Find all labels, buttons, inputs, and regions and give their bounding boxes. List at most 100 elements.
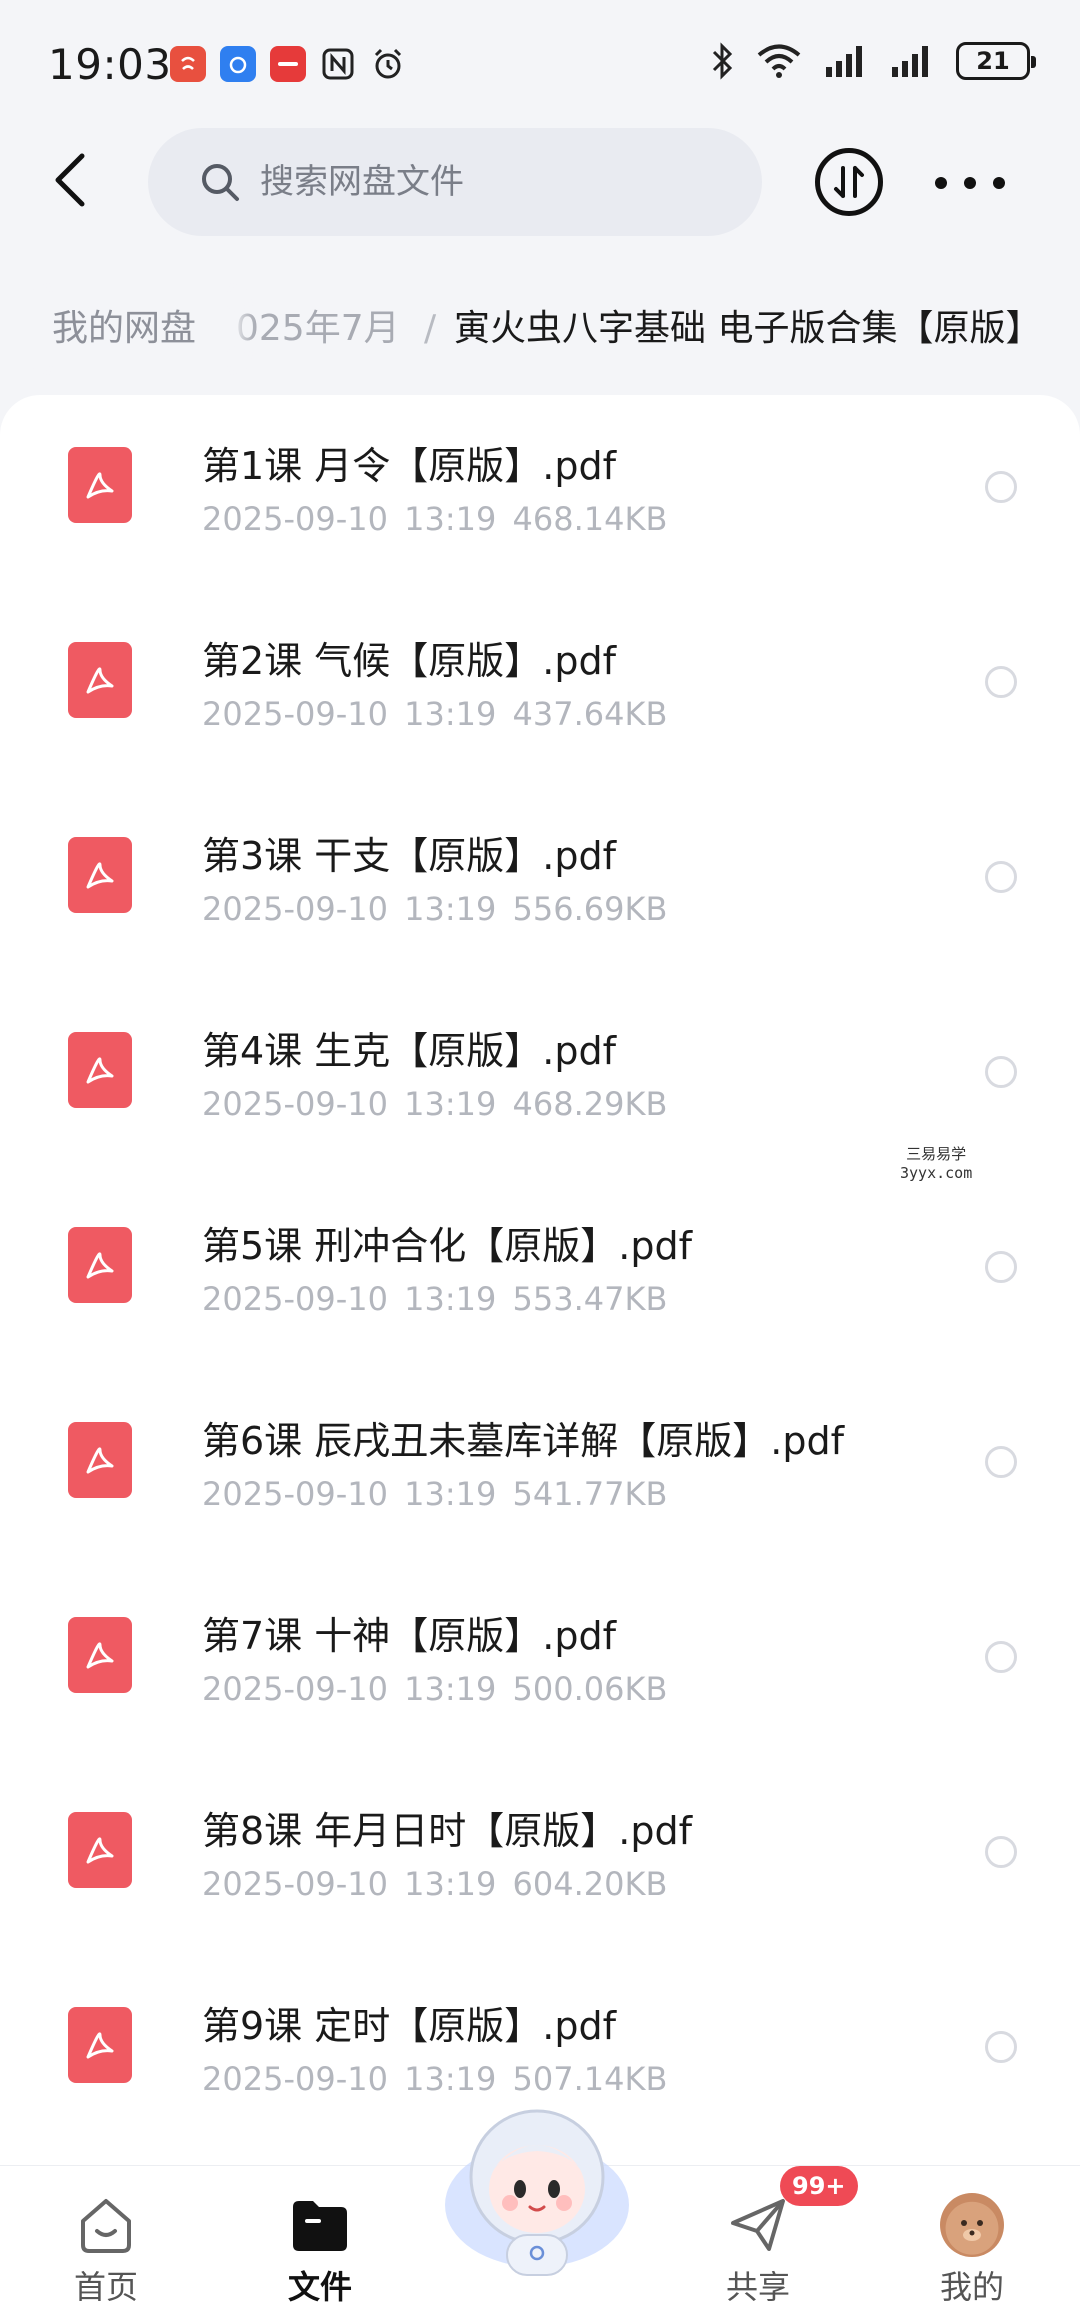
file-date: 2025-09-10 [202, 1670, 388, 1708]
file-name: 第8课 年月日时【原版】.pdf [202, 1809, 692, 1853]
breadcrumb-root[interactable]: 我的网盘 [22, 294, 227, 364]
file-size: 556.69KB [512, 890, 668, 928]
breadcrumb-folder-parent[interactable]: 025年7月 [236, 294, 400, 364]
file-row[interactable]: 第2课 气候【原版】.pdf 2025-09-10 13:19 437.64KB [0, 590, 1080, 785]
file-row[interactable]: 第1课 月令【原版】.pdf 2025-09-10 13:19 468.14KB [0, 395, 1080, 590]
select-radio[interactable] [985, 1251, 1017, 1283]
file-time: 13:19 [404, 890, 497, 928]
select-radio[interactable] [985, 2031, 1017, 2063]
breadcrumb-current-folder: 寅火虫八字基础 电子版合集【原版】 [454, 308, 1042, 349]
file-row[interactable]: 第3课 干支【原版】.pdf 2025-09-10 13:19 556.69KB [0, 785, 1080, 980]
select-radio[interactable] [985, 471, 1017, 503]
file-date: 2025-09-10 [202, 2060, 388, 2098]
home-icon [74, 2194, 138, 2256]
file-size: 604.20KB [512, 1865, 668, 1903]
notif-huawei-icon [270, 46, 306, 82]
file-meta: 2025-09-10 13:19 468.14KB [202, 500, 667, 538]
bluetooth-icon [712, 42, 733, 80]
signal-icon-1 [826, 46, 862, 77]
mascot-icon [445, 2109, 629, 2276]
file-name: 第9课 定时【原版】.pdf [202, 2004, 616, 2048]
file-date: 2025-09-10 [202, 500, 388, 538]
file-time: 13:19 [404, 1280, 497, 1318]
nav-files[interactable]: 文件 [250, 2194, 390, 2314]
paper-plane-icon [726, 2194, 790, 2256]
file-date: 2025-09-10 [202, 1475, 388, 1513]
search-icon [202, 164, 239, 201]
avatar [940, 2193, 1004, 2257]
select-radio[interactable] [985, 1641, 1017, 1673]
file-meta: 2025-09-10 13:19 468.29KB [202, 1085, 667, 1123]
file-meta: 2025-09-10 13:19 500.06KB [202, 1670, 667, 1708]
file-name: 第7课 十神【原版】.pdf [202, 1614, 616, 1658]
wifi-icon [757, 44, 801, 78]
file-date: 2025-09-10 [202, 1280, 388, 1318]
file-list: 第1课 月令【原版】.pdf 2025-09-10 13:19 468.14KB… [0, 395, 1080, 2165]
file-meta: 2025-09-10 13:19 541.77KB [202, 1475, 667, 1513]
more-options-button[interactable] [935, 168, 1005, 198]
transfer-button[interactable] [815, 148, 883, 216]
pdf-file-icon [68, 1227, 132, 1303]
pdf-file-icon [68, 1032, 132, 1108]
notification-icons [170, 46, 406, 82]
pdf-file-icon [68, 837, 132, 913]
nav-share-label: 共享 [725, 2268, 790, 2306]
watermark-line1: 三易易学 [906, 1145, 967, 1163]
nav-home-label: 首页 [73, 2268, 138, 2306]
battery-indicator: 21 [956, 42, 1036, 80]
nav-home[interactable]: 首页 [36, 2194, 176, 2314]
share-badge: 99+ [780, 2166, 858, 2206]
file-date: 2025-09-10 [202, 695, 388, 733]
file-size: 541.77KB [512, 1475, 668, 1513]
select-radio[interactable] [985, 1446, 1017, 1478]
status-clock: 19:03 [48, 40, 172, 89]
file-time: 13:19 [404, 1670, 497, 1708]
file-name: 第1课 月令【原版】.pdf [202, 444, 616, 488]
file-row[interactable]: 第8课 年月日时【原版】.pdf 2025-09-10 13:19 604.20… [0, 1760, 1080, 1955]
file-meta: 2025-09-10 13:19 437.64KB [202, 695, 667, 733]
more-dot [935, 177, 947, 189]
more-dot [964, 177, 976, 189]
status-right: 21 [710, 42, 1036, 80]
back-button[interactable] [40, 150, 100, 210]
file-name: 第2课 气候【原版】.pdf [202, 639, 616, 683]
file-browser-screen: 19:03 21 搜索网盘文件 025年7月 / 寅火虫八字基础 电子版合集【原… [0, 0, 1080, 2324]
file-date: 2025-09-10 [202, 890, 388, 928]
breadcrumb-separator: / [424, 308, 437, 349]
select-radio[interactable] [985, 861, 1017, 893]
pdf-file-icon [68, 2007, 132, 2083]
file-size: 437.64KB [512, 695, 668, 733]
folder-icon [288, 2194, 352, 2256]
notif-app-blue-icon [220, 46, 256, 82]
nav-mine-label: 我的 [939, 2268, 1004, 2306]
file-time: 13:19 [404, 1865, 497, 1903]
notif-app-red-icon [170, 46, 206, 82]
file-meta: 2025-09-10 13:19 556.69KB [202, 890, 667, 928]
chevron-left-icon [55, 153, 85, 207]
pdf-file-icon [68, 1812, 132, 1888]
search-bar[interactable] [148, 128, 762, 236]
watermark: 三易易学 3yyx.com [900, 1143, 972, 1182]
signal-icon-2 [892, 46, 928, 77]
top-bar [0, 128, 1080, 238]
pdf-file-icon [68, 1422, 132, 1498]
file-row[interactable]: 第5课 刑冲合化【原版】.pdf 2025-09-10 13:19 553.47… [0, 1175, 1080, 1370]
select-radio[interactable] [985, 1056, 1017, 1088]
breadcrumb: 025年7月 / 寅火虫八字基础 电子版合集【原版】 我的网盘 [0, 280, 1080, 380]
file-name: 第6课 辰戌丑未墓库详解【原版】.pdf [202, 1419, 844, 1463]
file-row[interactable]: 第6课 辰戌丑未墓库详解【原版】.pdf 2025-09-10 13:19 54… [0, 1370, 1080, 1565]
search-input[interactable] [260, 162, 700, 202]
ai-assistant-mascot-button[interactable] [432, 2085, 642, 2285]
select-radio[interactable] [985, 666, 1017, 698]
file-name: 第3课 干支【原版】.pdf [202, 834, 616, 878]
nfc-icon [320, 46, 356, 82]
select-radio[interactable] [985, 1836, 1017, 1868]
pdf-file-icon [68, 447, 132, 523]
file-row[interactable]: 第7课 十神【原版】.pdf 2025-09-10 13:19 500.06KB [0, 1565, 1080, 1760]
file-size: 468.14KB [512, 500, 668, 538]
file-meta: 2025-09-10 13:19 604.20KB [202, 1865, 667, 1903]
nav-mine[interactable]: 我的 [902, 2193, 1042, 2314]
nav-share[interactable]: 共享 [688, 2194, 828, 2314]
watermark-line2: 3yyx.com [900, 1164, 973, 1182]
avatar-icon [940, 2193, 1004, 2257]
